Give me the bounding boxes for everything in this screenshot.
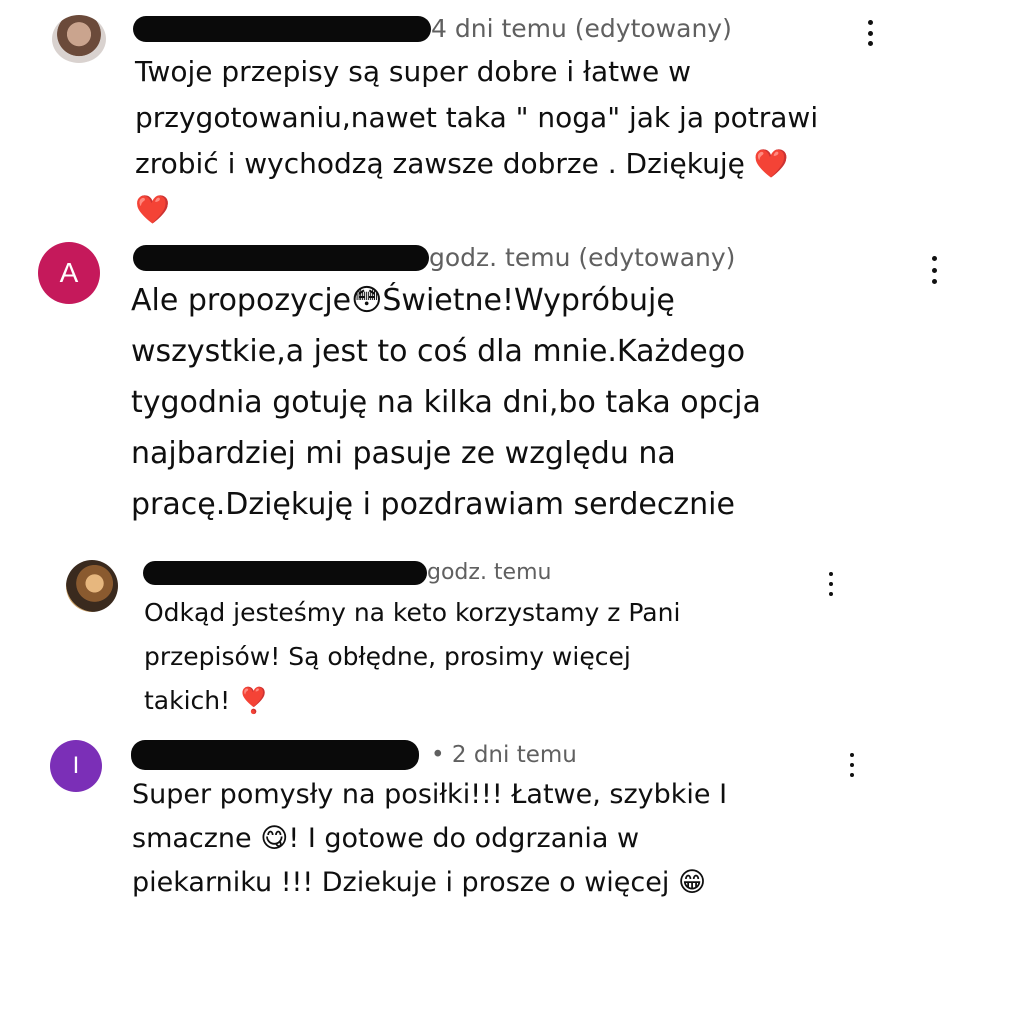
grin-emoji-icon: 😁 — [677, 867, 707, 898]
comment-line: Twoje przepisy są super dobre i łatwe w — [135, 55, 692, 88]
comment-line-text: Świetne!Wypróbuję — [382, 283, 675, 318]
more-options-icon[interactable] — [860, 20, 880, 46]
comment-meta: godz. temu — [143, 560, 551, 585]
comment-timestamp: godz. temu (edytowany) — [429, 243, 736, 272]
comment-line-text: ! I gotowe do odgrzania w — [288, 823, 640, 854]
avatar-letter: I — [72, 752, 80, 779]
comment-line: najbardziej mi pasuje ze względu na — [131, 436, 676, 471]
more-options-icon[interactable] — [842, 753, 862, 777]
comment-text: Super pomysły na posiłki!!! Łatwe, szybk… — [132, 781, 727, 913]
heart-emoji-icon: ❤️ — [135, 193, 170, 226]
redacted-username — [133, 15, 431, 42]
comment-text: Odkąd jesteśmy na keto korzystamy z Pani… — [144, 600, 680, 732]
heart-emoji-icon: ❤️ — [753, 147, 789, 180]
comment-line: pracę.Dziękuję i pozdrawiam serdecznie — [131, 487, 735, 522]
comment-line-text: Ale propozycje — [131, 283, 352, 318]
comment-meta: godz. temu (edytowany) — [133, 243, 735, 272]
comment-line: wszystkie,a jest to coś dla mnie.Każdego — [131, 334, 746, 369]
avatar[interactable]: I — [50, 740, 102, 792]
comment-meta: • 2 dni temu — [131, 740, 577, 770]
comment-line-text: takich! — [144, 686, 231, 715]
more-options-icon[interactable] — [821, 572, 841, 596]
comment-line: Super pomysły na posiłki!!! Łatwe, szybk… — [132, 779, 728, 810]
comment-line: piekarniku !!! Dziekuje i prosze o więce… — [132, 869, 727, 913]
flushed-emoji-icon: 😳 — [351, 283, 383, 318]
redacted-username — [133, 244, 429, 271]
comment-line-text: zrobić i wychodzą zawsze dobrze . Dzięku… — [135, 147, 745, 180]
comment-text: Ale propozycje😳Świetne!Wypróbuję wszystk… — [131, 286, 761, 541]
avatar[interactable] — [52, 15, 106, 63]
more-options-icon[interactable] — [924, 256, 944, 284]
redacted-username — [131, 740, 419, 770]
avatar-letter: A — [59, 257, 79, 288]
comment-line: smaczne 😋! I gotowe do odgrzania w — [132, 825, 727, 869]
comment-line: tygodnia gotuję na kilka dni,bo taka opc… — [131, 385, 761, 420]
comment-line: takich! ❣️ — [144, 688, 680, 732]
comment-meta: 4 dni temu (edytowany) — [133, 14, 732, 43]
comment-timestamp: godz. temu — [427, 560, 552, 585]
avatar[interactable]: A — [38, 242, 100, 304]
comment-timestamp: 4 dni temu (edytowany) — [431, 14, 732, 43]
avatar[interactable] — [66, 560, 118, 612]
heart-exclamation-emoji-icon: ❣️ — [238, 686, 270, 715]
comment-line: Ale propozycje😳Świetne!Wypróbuję — [131, 286, 761, 337]
comment-timestamp: • 2 dni temu — [431, 742, 577, 768]
yum-emoji-icon: 😋 — [260, 823, 289, 854]
comment-text: Twoje przepisy są super dobre i łatwe w … — [135, 58, 818, 224]
comment-line-text: piekarniku !!! Dziekuje i prosze o więce… — [132, 867, 670, 898]
comment-line: zrobić i wychodzą zawsze dobrze . Dzięku… — [135, 150, 818, 196]
comment-line: Odkąd jesteśmy na keto korzystamy z Pani — [144, 598, 681, 627]
comment-line: przepisów! Są obłędne, prosimy więcej — [144, 642, 631, 671]
comment-line-text: smaczne — [132, 823, 252, 854]
comment-line: przygotowaniu,nawet taka " noga" jak ja … — [135, 101, 819, 134]
redacted-username — [143, 560, 427, 585]
